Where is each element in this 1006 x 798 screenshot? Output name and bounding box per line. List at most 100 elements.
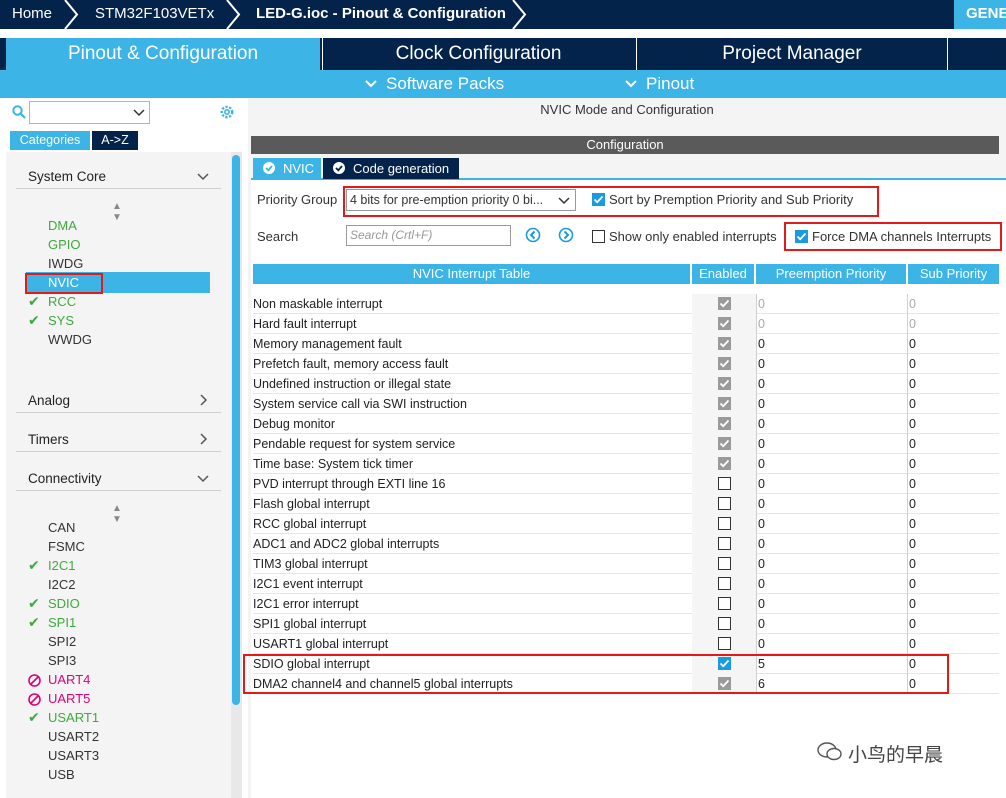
interrupt-search-input[interactable]: Search (Crtl+F): [346, 225, 511, 246]
list-item-sdio[interactable]: SDIO: [48, 596, 80, 611]
enabled-checkbox[interactable]: [718, 477, 731, 490]
tab-project-manager[interactable]: Project Manager: [636, 38, 948, 70]
sub-priority[interactable]: 0: [909, 594, 916, 614]
table-row[interactable]: I2C1 event interrupt 0 0: [253, 574, 999, 594]
enabled-checkbox[interactable]: [718, 577, 731, 590]
column-header[interactable]: NVIC Interrupt Table: [253, 264, 692, 284]
search-prev-icon[interactable]: [525, 227, 541, 243]
preemption-priority[interactable]: 0: [758, 474, 765, 494]
search-icon[interactable]: [12, 105, 26, 119]
sub-priority[interactable]: 0: [909, 634, 916, 654]
tab-nvic[interactable]: NVIC: [253, 158, 321, 179]
tab-pinout[interactable]: Pinout & Configuration: [6, 38, 320, 70]
preemption-priority[interactable]: 0: [758, 574, 765, 594]
sort-icon[interactable]: ▲ ▼: [112, 201, 122, 223]
sub-priority[interactable]: 0: [909, 394, 916, 414]
tab-clock[interactable]: Clock Configuration: [322, 38, 634, 70]
preemption-priority[interactable]: 0: [758, 374, 765, 394]
preemption-priority[interactable]: 0: [758, 494, 765, 514]
table-row[interactable]: Non maskable interrupt 0 0: [253, 294, 999, 314]
preemption-priority[interactable]: 0: [758, 434, 765, 454]
sub-priority[interactable]: 0: [909, 414, 916, 434]
list-item-sys[interactable]: SYS: [48, 313, 74, 328]
enabled-checkbox[interactable]: [718, 617, 731, 630]
pinout-menu[interactable]: Pinout: [646, 70, 694, 98]
section-connectivity[interactable]: Connectivity: [16, 467, 221, 491]
list-item-uart4[interactable]: UART4: [48, 672, 90, 687]
sub-priority[interactable]: 0: [909, 554, 916, 574]
preemption-priority[interactable]: 0: [758, 414, 765, 434]
list-item-uart5[interactable]: UART5: [48, 691, 90, 706]
column-header[interactable]: Preemption Priority: [756, 264, 908, 284]
list-item-fsmc[interactable]: FSMC: [48, 539, 85, 554]
sub-priority[interactable]: 0: [909, 534, 916, 554]
list-item-usart1[interactable]: USART1: [48, 710, 99, 725]
enabled-checkbox[interactable]: [718, 497, 731, 510]
enabled-checkbox[interactable]: [718, 557, 731, 570]
table-row[interactable]: Undefined instruction or illegal state 0 0: [253, 374, 999, 394]
tab-categories[interactable]: Categories: [10, 131, 90, 150]
section-timers[interactable]: Timers: [16, 428, 221, 452]
table-row[interactable]: SPI1 global interrupt 0 0: [253, 614, 999, 634]
list-item-spi1[interactable]: SPI1: [48, 615, 76, 630]
table-row[interactable]: Memory management fault 0 0: [253, 334, 999, 354]
table-row[interactable]: System service call via SWI instruction 0…: [253, 394, 999, 414]
list-item-usb[interactable]: USB: [48, 767, 75, 782]
scrollbar-thumb[interactable]: [232, 155, 240, 705]
sort-icon[interactable]: ▲ ▼: [112, 503, 122, 525]
sub-priority[interactable]: 0: [909, 334, 916, 354]
column-header[interactable]: Enabled: [692, 264, 756, 284]
list-item-spi3[interactable]: SPI3: [48, 653, 76, 668]
table-row[interactable]: Time base: System tick timer 0 0: [253, 454, 999, 474]
sub-priority[interactable]: 0: [909, 474, 916, 494]
section-system-core[interactable]: System Core: [16, 165, 221, 189]
table-row[interactable]: Prefetch fault, memory access fault 0 0: [253, 354, 999, 374]
preemption-priority[interactable]: 0: [758, 454, 765, 474]
preemption-priority[interactable]: 0: [758, 314, 765, 334]
sub-priority[interactable]: 0: [909, 434, 916, 454]
preemption-priority[interactable]: 0: [758, 294, 765, 314]
enabled-checkbox[interactable]: [718, 537, 731, 550]
table-row[interactable]: USART1 global interrupt 0 0: [253, 634, 999, 654]
sub-priority[interactable]: 0: [909, 494, 916, 514]
sub-priority[interactable]: 0: [909, 614, 916, 634]
breadcrumb-home[interactable]: Home: [12, 0, 52, 29]
sub-priority[interactable]: 0: [909, 354, 916, 374]
list-item-usart3[interactable]: USART3: [48, 748, 99, 763]
table-row[interactable]: Hard fault interrupt 0 0: [253, 314, 999, 334]
table-row[interactable]: Flash global interrupt 0 0: [253, 494, 999, 514]
category-search-select[interactable]: [29, 101, 150, 124]
show-enabled-checkbox[interactable]: [592, 230, 605, 243]
sub-priority[interactable]: 0: [909, 314, 916, 334]
section-analog[interactable]: Analog: [16, 389, 221, 413]
table-row[interactable]: RCC global interrupt 0 0: [253, 514, 999, 534]
preemption-priority[interactable]: 0: [758, 514, 765, 534]
list-item-iwdg[interactable]: IWDG: [48, 256, 83, 271]
table-row[interactable]: I2C1 error interrupt 0 0: [253, 594, 999, 614]
search-next-icon[interactable]: [558, 227, 574, 243]
preemption-priority[interactable]: 0: [758, 354, 765, 374]
tab-a-z[interactable]: A->Z: [92, 131, 138, 150]
preemption-priority[interactable]: 0: [758, 614, 765, 634]
sub-priority[interactable]: 0: [909, 574, 916, 594]
breadcrumb-file[interactable]: LED-G.ioc - Pinout & Configuration: [256, 0, 506, 29]
table-row[interactable]: PVD interrupt through EXTI line 16 0 0: [253, 474, 999, 494]
list-item-spi2[interactable]: SPI2: [48, 634, 76, 649]
preemption-priority[interactable]: 0: [758, 554, 765, 574]
list-item-gpio[interactable]: GPIO: [48, 237, 81, 252]
sub-priority[interactable]: 0: [909, 374, 916, 394]
preemption-priority[interactable]: 0: [758, 634, 765, 654]
preemption-priority[interactable]: 0: [758, 594, 765, 614]
enabled-checkbox[interactable]: [718, 597, 731, 610]
list-item-rcc[interactable]: RCC: [48, 294, 76, 309]
list-item-i2c1[interactable]: I2C1: [48, 558, 75, 573]
list-item-usart2[interactable]: USART2: [48, 729, 99, 744]
table-row[interactable]: Debug monitor 0 0: [253, 414, 999, 434]
table-row[interactable]: ADC1 and ADC2 global interrupts 0 0: [253, 534, 999, 554]
preemption-priority[interactable]: 0: [758, 534, 765, 554]
gear-icon[interactable]: [218, 103, 236, 121]
sub-priority[interactable]: 0: [909, 514, 916, 534]
software-packs-menu[interactable]: Software Packs: [386, 70, 504, 98]
breadcrumb-chip[interactable]: STM32F103VETx: [95, 0, 214, 29]
table-row[interactable]: Pendable request for system service 0 0: [253, 434, 999, 454]
